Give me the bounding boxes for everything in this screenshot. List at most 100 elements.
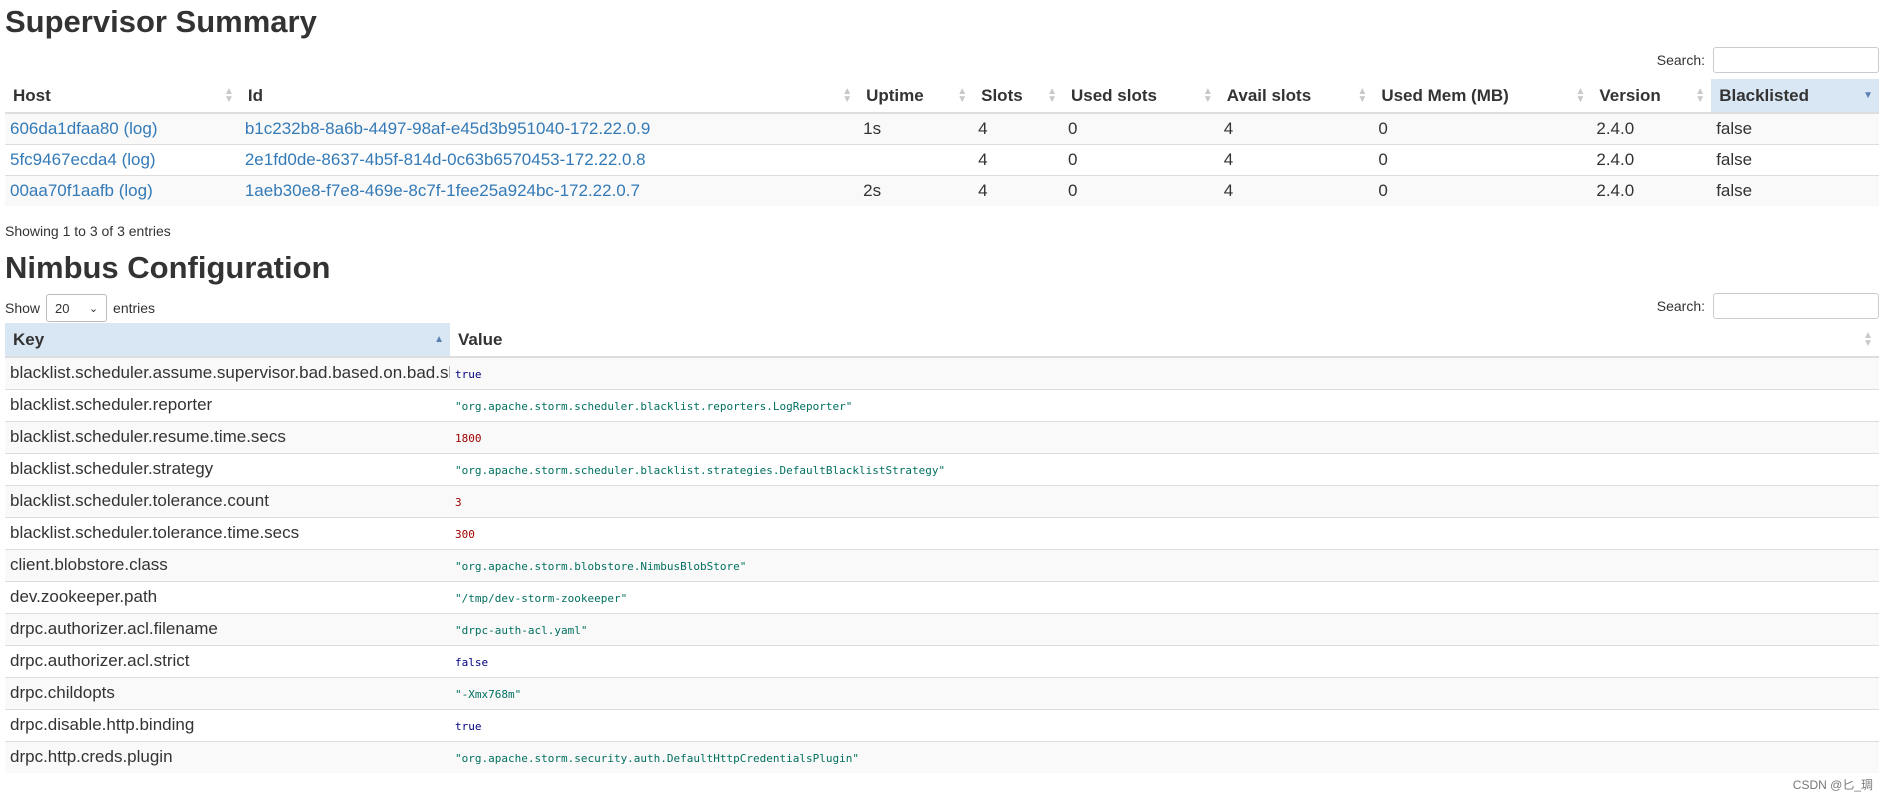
supervisor-summary-title: Supervisor Summary	[5, 4, 317, 39]
supervisor-search-input[interactable]	[1713, 47, 1879, 73]
config-key: client.blobstore.class	[5, 548, 450, 581]
config-value-text: "/tmp/dev-storm-zookeeper"	[455, 592, 628, 605]
blacklisted-cell: false	[1711, 174, 1879, 206]
avail-slots-cell: 4	[1218, 174, 1374, 206]
sort-icon: ▲ ▼	[1575, 85, 1586, 105]
sort-icon: ▲ ▼	[1695, 85, 1706, 105]
supervisor-toolbar: Search:	[5, 41, 1879, 77]
nimbus-page-length: Show 20 ⌄ entries	[5, 294, 155, 322]
table-row: blacklist.scheduler.tolerance.time.secs 3…	[5, 516, 1879, 549]
column-header-version[interactable]: Version ▲ ▼	[1591, 79, 1712, 114]
nimbus-config-table: Key ▲ Value ▲ ▼ blacklist.scheduler.assume.s…	[5, 323, 1879, 773]
nimbus-configuration-title: Nimbus Configuration	[5, 250, 331, 285]
config-value-text: "drpc-auth-acl.yaml"	[455, 624, 588, 637]
supervisor-table-body: 606da1dfaa80 (log) b1c232b8-8a6b-4497-98a…	[5, 112, 1879, 206]
column-header-used-slots[interactable]: Used slots ▲ ▼	[1062, 79, 1219, 114]
host-link[interactable]: 00aa70f1aafb	[10, 181, 114, 200]
uptime-cell: 1s	[858, 112, 974, 144]
config-key: drpc.http.creds.plugin	[5, 740, 450, 773]
config-key: blacklist.scheduler.resume.time.secs	[5, 420, 450, 453]
supervisor-table-info: Showing 1 to 3 of 3 entries	[5, 223, 171, 239]
host-cell: 00aa70f1aafb (log)	[5, 174, 240, 206]
column-header-avail-slots[interactable]: Avail slots ▲ ▼	[1218, 79, 1374, 114]
config-value-text: "-Xmx768m"	[455, 688, 522, 701]
config-key: blacklist.scheduler.strategy	[5, 452, 450, 485]
nimbus-header-row: Key ▲ Value ▲ ▼	[5, 323, 1879, 358]
used-mem-cell: 0	[1373, 112, 1592, 144]
config-value-text: true	[455, 720, 482, 733]
blacklisted-cell: false	[1711, 143, 1879, 175]
config-value-text: 1800	[455, 432, 482, 445]
config-value: "-Xmx768m"	[450, 676, 1879, 709]
column-header-blacklisted[interactable]: Blacklisted ▼	[1711, 79, 1879, 114]
entries-label: entries	[113, 300, 156, 316]
config-value: true	[450, 356, 1879, 389]
supervisor-search-label: Search:	[1656, 52, 1705, 68]
table-row: blacklist.scheduler.resume.time.secs 1800	[5, 420, 1879, 453]
column-header-host[interactable]: Host ▲ ▼	[5, 79, 240, 114]
column-header-used-mem-mb[interactable]: Used Mem (MB) ▲ ▼	[1373, 79, 1592, 114]
config-value-text: true	[455, 368, 482, 382]
supervisor-id-link[interactable]: 1aeb30e8-f7e8-469e-8c7f-1fee25a924bc-172…	[245, 181, 640, 200]
config-key: drpc.authorizer.acl.strict	[5, 644, 450, 677]
uptime-cell	[858, 143, 974, 175]
sort-icon: ▲ ▼	[1047, 85, 1057, 105]
config-value-text: "org.apache.storm.security.auth.DefaultH…	[455, 752, 859, 766]
config-value: "org.apache.storm.scheduler.blacklist.st…	[450, 452, 1879, 485]
nimbus-search-label: Search:	[1656, 298, 1705, 314]
column-header-id[interactable]: Id ▲ ▼	[239, 79, 859, 114]
host-link[interactable]: 5fc9467ecda4	[10, 150, 117, 169]
sort-asc-icon: ▲	[434, 333, 444, 345]
config-key: blacklist.scheduler.tolerance.count	[5, 484, 450, 517]
used-slots-cell: 0	[1062, 174, 1219, 206]
config-key: blacklist.scheduler.reporter	[5, 388, 450, 421]
page: Supervisor Summary Search: Host ▲ ▼ Id ▲ ▼ Upt…	[0, 0, 1885, 773]
sort-icon: ▲ ▼	[1357, 85, 1368, 105]
column-header-slots[interactable]: Slots ▲ ▼	[973, 79, 1063, 114]
supervisor-search: Search:	[1657, 47, 1879, 73]
host-cell: 5fc9467ecda4 (log)	[5, 143, 240, 175]
config-key: drpc.childopts	[5, 676, 450, 709]
host-link[interactable]: 606da1dfaa80	[10, 119, 119, 138]
column-header-uptime[interactable]: Uptime ▲ ▼	[858, 79, 974, 114]
avail-slots-cell: 4	[1218, 143, 1374, 175]
nimbus-search-input[interactable]	[1713, 293, 1879, 319]
table-row: drpc.http.creds.plugin "org.apache.storm.…	[5, 740, 1879, 773]
column-header-key[interactable]: Key ▲	[5, 323, 450, 358]
id-cell: 1aeb30e8-f7e8-469e-8c7f-1fee25a924bc-172…	[239, 174, 859, 206]
sort-desc-icon: ▼	[1863, 89, 1873, 101]
slots-cell: 4	[973, 174, 1063, 206]
id-cell: 2e1fd0de-8637-4b5f-814d-0c63b6570453-172…	[239, 143, 859, 175]
supervisor-id-link[interactable]: b1c232b8-8a6b-4497-98af-e45d3b951040-172…	[245, 119, 651, 138]
config-value-text: "org.apache.storm.scheduler.blacklist.st…	[455, 464, 946, 477]
nimbus-toolbar: Show 20 ⌄ entries Search:	[5, 287, 1879, 323]
config-key: drpc.authorizer.acl.filename	[5, 612, 450, 645]
config-value-text: 300	[455, 528, 475, 541]
supervisor-id-link[interactable]: 2e1fd0de-8637-4b5f-814d-0c63b6570453-172…	[245, 150, 646, 169]
config-value: 3	[450, 484, 1879, 517]
supervisor-header-row: Host ▲ ▼ Id ▲ ▼ Uptime ▲ ▼ Slots ▲ ▼ Used slots ▲ ▼ Ava…	[5, 79, 1879, 114]
used-slots-cell: 0	[1062, 143, 1219, 175]
table-row: drpc.authorizer.acl.strict false	[5, 644, 1879, 677]
version-cell: 2.4.0	[1591, 174, 1712, 206]
column-header-value[interactable]: Value ▲ ▼	[450, 323, 1879, 358]
host-cell: 606da1dfaa80 (log)	[5, 112, 240, 144]
log-link[interactable]: (log)	[123, 119, 157, 138]
config-value: "/tmp/dev-storm-zookeeper"	[450, 580, 1879, 613]
sort-icon: ▲ ▼	[842, 85, 853, 105]
version-cell: 2.4.0	[1591, 112, 1712, 144]
table-row: blacklist.scheduler.assume.supervisor.ba…	[5, 356, 1879, 389]
log-link[interactable]: (log)	[119, 181, 153, 200]
id-cell: b1c232b8-8a6b-4497-98af-e45d3b951040-172…	[239, 112, 859, 144]
used-slots-cell: 0	[1062, 112, 1219, 144]
config-value: 300	[450, 516, 1879, 549]
chevron-down-icon: ⌄	[88, 302, 99, 315]
slots-cell: 4	[973, 112, 1063, 144]
log-link[interactable]: (log)	[122, 150, 156, 169]
table-row: client.blobstore.class "org.apache.storm.…	[5, 548, 1879, 581]
table-row: drpc.authorizer.acl.filename "drpc-auth-a…	[5, 612, 1879, 645]
table-row: blacklist.scheduler.reporter "org.apache.…	[5, 388, 1879, 421]
page-size-select[interactable]: 20 ⌄	[46, 294, 108, 322]
config-value: 1800	[450, 420, 1879, 453]
config-key: drpc.disable.http.binding	[5, 708, 450, 741]
